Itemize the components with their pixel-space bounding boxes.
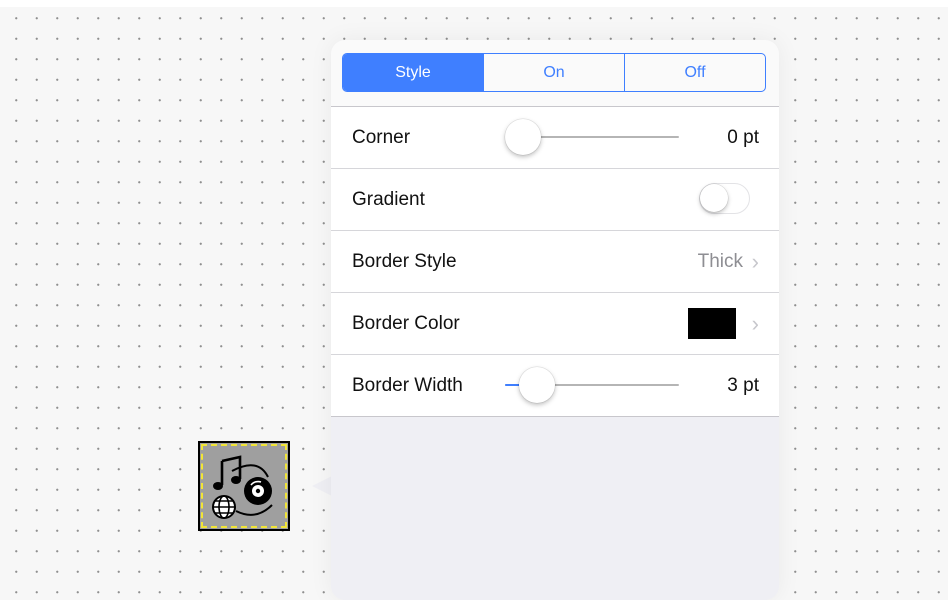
corner-value: 0 pt (727, 127, 759, 148)
chevron-right-icon: › (751, 249, 759, 274)
settings-list: Corner 0 pt Gradient Border Style Thick … (331, 106, 779, 417)
segment-bar: Style On Off (331, 40, 779, 106)
row-gradient: Gradient (331, 169, 779, 231)
top-band (0, 0, 948, 7)
row-border-style[interactable]: Border Style Thick › (331, 231, 779, 293)
border-width-slider[interactable] (505, 355, 679, 416)
style-popover: Style On Off Corner 0 pt Gradient Border… (331, 40, 779, 600)
chevron-right-icon: › (751, 311, 759, 336)
corner-label: Corner (352, 127, 411, 148)
row-border-color[interactable]: Border Color › (331, 293, 779, 355)
border-style-label: Border Style (352, 251, 457, 272)
gradient-label: Gradient (352, 189, 425, 210)
gradient-toggle[interactable] (699, 183, 750, 214)
popover-arrow (312, 476, 332, 496)
segment-style[interactable]: Style (343, 54, 483, 91)
border-color-label: Border Color (352, 313, 460, 334)
gradient-toggle-knob (700, 184, 728, 212)
corner-slider-thumb[interactable] (505, 119, 541, 155)
music-globe-disc-icon (212, 455, 273, 519)
segmented-control: Style On Off (342, 53, 766, 92)
border-color-swatch (688, 308, 736, 339)
corner-slider[interactable] (505, 107, 679, 168)
segment-off[interactable]: Off (624, 54, 765, 91)
border-width-value: 3 pt (727, 375, 759, 396)
segment-on[interactable]: On (483, 54, 624, 91)
border-width-label: Border Width (352, 375, 463, 396)
border-width-slider-thumb[interactable] (519, 367, 555, 403)
selected-canvas-shape[interactable] (198, 441, 290, 531)
row-border-width: Border Width 3 pt (331, 355, 779, 417)
row-corner: Corner 0 pt (331, 107, 779, 169)
border-style-value: Thick (697, 251, 743, 272)
